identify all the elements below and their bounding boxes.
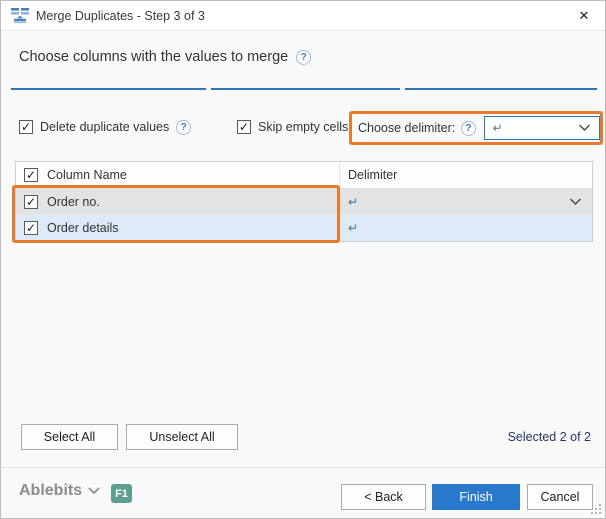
checkmark-icon: ✓ [20,119,32,134]
title-bar: Merge Duplicates - Step 3 of 3 ✕ [1,1,605,31]
help-icon[interactable]: ? [296,49,312,65]
checkmark-icon: ✓ [25,220,37,235]
column-name-header-cell: ✓ Column Name [16,162,340,188]
delete-duplicates-help-icon[interactable]: ? [176,119,192,135]
step-indicator-3 [405,88,597,90]
row-checkbox[interactable]: ✓ [24,221,38,235]
unselect-all-button[interactable]: Unselect All [126,424,238,450]
footer-divider [1,467,605,468]
step-indicator-1 [11,88,206,90]
select-all-button[interactable]: Select All [21,424,118,450]
merge-duplicates-app-icon [11,8,29,23]
column-name-header-label: Column Name [47,168,127,182]
selected-status: Selected 2 of 2 [507,430,591,444]
row-column-name: Order details [47,221,119,235]
finish-button[interactable]: Finish [432,484,520,510]
row-delimiter-cell: ↵ [340,215,592,241]
delete-duplicates-label: Delete duplicate values [40,120,170,134]
checkmark-icon: ✓ [25,167,37,182]
skip-empty-cells-checkbox[interactable]: ✓ [237,120,251,134]
back-button[interactable]: < Back [341,484,426,510]
step-indicator-2 [211,88,400,90]
line-break-delimiter-icon: ↵ [492,121,503,135]
cancel-button[interactable]: Cancel [527,484,593,510]
f1-help-badge[interactable]: F1 [111,484,132,503]
row-delimiter-cell: ↵ [340,189,592,215]
row-column-name: Order no. [47,195,100,209]
choose-delimiter-label: Choose delimiter: [358,121,456,135]
checkmark-icon: ✓ [25,194,37,209]
row-checkbox[interactable]: ✓ [24,195,38,209]
delimiter-highlight-box: Choose delimiter: ? ↵ [349,111,603,145]
table-row[interactable]: ✓ Order details ↵ [16,215,592,241]
table-row[interactable]: ✓ Order no. ↵ [16,189,592,215]
ablebits-brand-menu[interactable]: Ablebits [19,482,100,500]
row-name-cell: ✓ Order no. [16,189,340,215]
brand-label: Ablebits [19,482,83,499]
chevron-down-icon [88,487,100,495]
close-icon[interactable]: ✕ [563,1,605,30]
delimiter-dropdown[interactable]: ↵ [483,116,600,140]
columns-table: ✓ Column Name Delimiter ✓ Order no. ↵ ✓ … [15,161,593,242]
option-delete-duplicate-values: ✓ Delete duplicate values ? [19,114,192,140]
page-title: Choose columns with the values to merge [19,49,289,65]
option-skip-empty-cells: ✓ Skip empty cells [237,114,348,140]
skip-empty-cells-label: Skip empty cells [258,120,349,134]
delimiter-header-cell: Delimiter [340,162,592,188]
delete-duplicates-checkbox[interactable]: ✓ [19,120,33,134]
line-break-delimiter-icon: ↵ [348,195,359,209]
chevron-down-icon[interactable] [569,198,582,206]
row-name-cell: ✓ Order details [16,215,340,241]
chevron-down-icon [578,124,591,132]
page-heading-row: Choose columns with the values to merge … [19,49,312,65]
table-header-row: ✓ Column Name Delimiter [16,162,592,189]
line-break-delimiter-icon: ↵ [348,221,359,235]
resize-grip[interactable] [591,504,601,514]
checkmark-icon: ✓ [238,119,250,134]
delimiter-header-label: Delimiter [348,168,398,182]
select-all-columns-checkbox[interactable]: ✓ [24,168,38,182]
merge-duplicates-dialog: Merge Duplicates - Step 3 of 3 ✕ Choose … [0,0,606,519]
window-title: Merge Duplicates - Step 3 of 3 [36,8,205,23]
delimiter-help-icon[interactable]: ? [461,120,476,136]
